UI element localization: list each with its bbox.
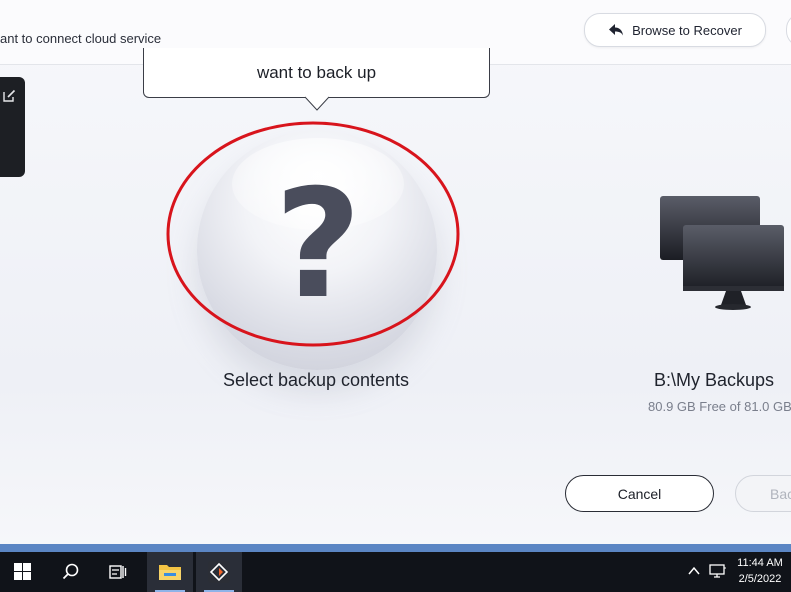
destination-free-space: 80.9 GB Free of 81.0 GB bbox=[648, 399, 791, 414]
task-view-icon bbox=[109, 565, 127, 579]
taskbar-accent-strip bbox=[0, 544, 791, 552]
cancel-button-label: Cancel bbox=[617, 485, 662, 502]
destination-label[interactable]: B:\My Backups bbox=[654, 370, 774, 391]
cloud-service-link[interactable]: ant to connect cloud service bbox=[0, 31, 161, 46]
hint-tooltip: want to back up bbox=[143, 48, 490, 98]
start-button[interactable] bbox=[0, 552, 46, 592]
network-icon[interactable] bbox=[709, 563, 727, 579]
backup-app-taskbar-button[interactable] bbox=[196, 552, 242, 592]
clock-time: 11:44 AM bbox=[737, 557, 783, 569]
file-explorer-button[interactable] bbox=[147, 552, 193, 592]
red-highlight-ellipse bbox=[166, 121, 460, 347]
chevron-up-icon[interactable] bbox=[688, 566, 700, 576]
edit-icon[interactable] bbox=[2, 89, 16, 103]
taskbar bbox=[0, 552, 791, 592]
hint-tooltip-text: want to back up bbox=[256, 63, 377, 82]
monitor-icon[interactable] bbox=[656, 190, 791, 315]
backup-now-button[interactable]: Backup bbox=[735, 475, 791, 512]
more-button[interactable] bbox=[786, 13, 791, 47]
clock-date: 2/5/2022 bbox=[738, 573, 782, 585]
backup-now-button-label: Backup bbox=[770, 486, 791, 502]
select-backup-contents-label[interactable]: Select backup contents bbox=[170, 370, 462, 391]
cancel-button[interactable]: Cancel bbox=[565, 475, 714, 512]
system-clock[interactable]: 11:44 AM 2/5/2022 bbox=[732, 555, 788, 587]
task-view-button[interactable] bbox=[95, 552, 141, 592]
start-icon bbox=[14, 563, 31, 580]
tooltip-pointer bbox=[305, 96, 329, 111]
backup-app-window: ant to connect cloud service Browse to R… bbox=[0, 0, 791, 544]
side-panel[interactable] bbox=[0, 77, 25, 177]
file-explorer-icon bbox=[159, 565, 181, 580]
browse-to-recover-label: Browse to Recover bbox=[632, 22, 742, 38]
browse-to-recover-button[interactable]: Browse to Recover bbox=[584, 13, 766, 47]
backup-app-icon bbox=[208, 561, 230, 583]
return-arrow-icon bbox=[609, 24, 624, 36]
search-button[interactable] bbox=[48, 552, 94, 592]
search-icon bbox=[62, 563, 79, 580]
